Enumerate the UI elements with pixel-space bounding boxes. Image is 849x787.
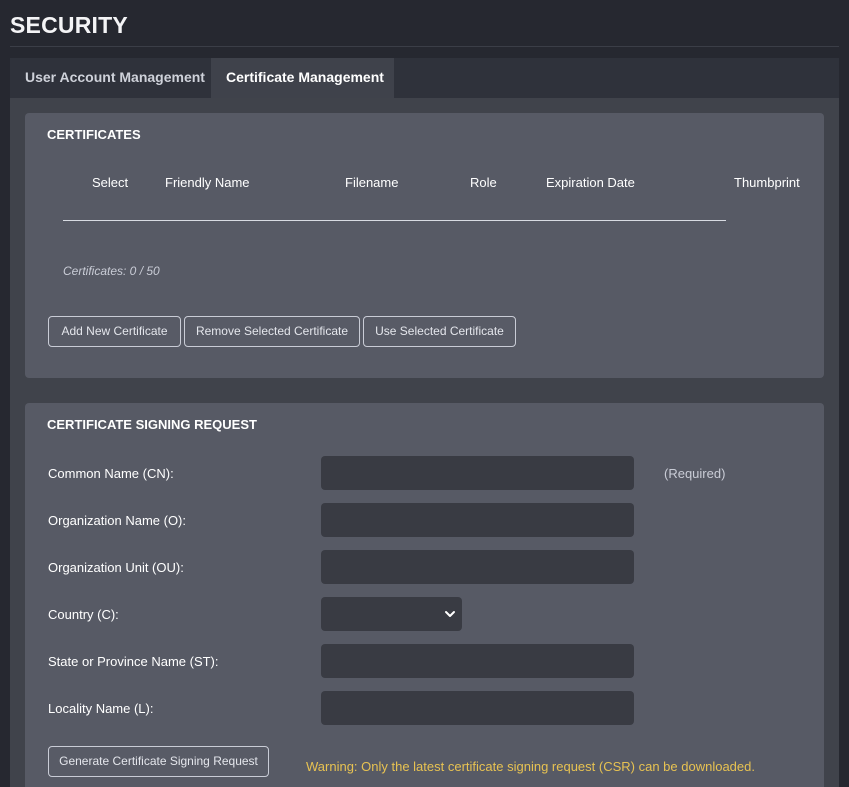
tab-content: CERTIFICATES Select Friendly Name Filena… [10,98,839,787]
certificate-count: Certificates: 0 / 50 [63,264,160,278]
column-header-filename: Filename [345,175,399,190]
remove-certificate-button[interactable]: Remove Selected Certificate [184,316,360,347]
csr-warning: Warning: Only the latest certificate sig… [306,759,755,774]
column-header-friendly-name: Friendly Name [165,175,250,190]
certificates-title: CERTIFICATES [47,127,141,142]
country-select[interactable] [321,597,462,631]
country-label: Country (C): [48,607,119,622]
add-certificate-button[interactable]: Add New Certificate [48,316,181,347]
tab-strip: User Account Management Certificate Mana… [10,58,839,98]
csr-card: CERTIFICATE SIGNING REQUEST Common Name … [25,403,824,787]
certificates-card: CERTIFICATES Select Friendly Name Filena… [25,113,824,378]
table-divider [63,220,726,221]
required-note: (Required) [664,466,726,481]
page-title: SECURITY [10,12,128,38]
generate-csr-button[interactable]: Generate Certificate Signing Request [48,746,269,777]
state-label: State or Province Name (ST): [48,654,219,669]
organization-unit-label: Organization Unit (OU): [48,560,184,575]
chevron-down-icon [445,611,455,617]
state-field[interactable] [321,644,634,678]
common-name-label: Common Name (CN): [48,466,174,481]
title-divider [10,46,839,47]
organization-name-label: Organization Name (O): [48,513,186,528]
tab-certificate-management[interactable]: Certificate Management [211,58,394,98]
column-header-select: Select [92,175,129,190]
column-header-role: Role [470,175,497,190]
locality-label: Locality Name (L): [48,701,154,716]
organization-unit-field[interactable] [321,550,634,584]
tab-user-account-management[interactable]: User Account Management [10,58,211,98]
organization-name-field[interactable] [321,503,634,537]
common-name-field[interactable] [321,456,634,490]
column-header-expiration-date: Expiration Date [546,175,635,190]
csr-title: CERTIFICATE SIGNING REQUEST [47,417,257,432]
use-certificate-button[interactable]: Use Selected Certificate [363,316,516,347]
column-header-thumbprint: Thumbprint [734,175,800,190]
locality-field[interactable] [321,691,634,725]
